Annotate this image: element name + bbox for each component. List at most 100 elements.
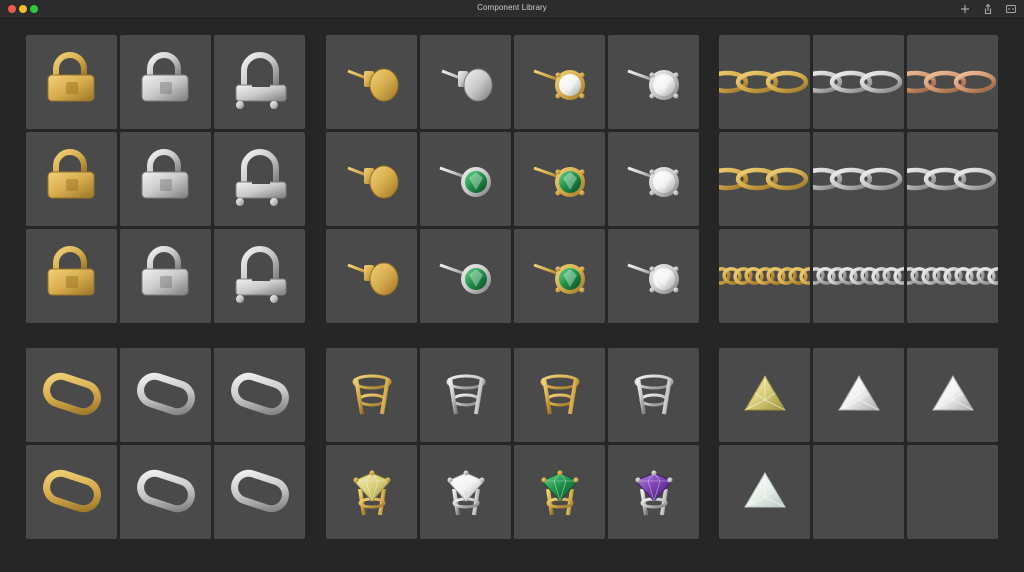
disc-stud-icon — [326, 132, 417, 226]
oval-jump-ring-tile[interactable] — [120, 348, 211, 442]
gem-stud-icon — [608, 132, 699, 226]
open-clasp-icon — [214, 132, 305, 226]
cable-chain-icon — [719, 132, 810, 226]
oval-jump-ring-icon — [26, 445, 117, 539]
curb-chain-icon — [907, 229, 998, 323]
disc-stud-tile[interactable] — [326, 132, 417, 226]
trillion-gem-icon — [907, 348, 998, 442]
gem-stud-icon — [514, 35, 605, 129]
lock-clasp-tile[interactable] — [120, 229, 211, 323]
disc-stud-icon — [326, 35, 417, 129]
disc-stud-tile[interactable] — [326, 35, 417, 129]
curb-chain-tile[interactable] — [813, 229, 904, 323]
component-grid — [0, 19, 1024, 572]
trillion-gem-tile[interactable] — [907, 348, 998, 442]
gem-stud-tile[interactable] — [514, 132, 605, 226]
prong-setting-tile[interactable] — [608, 348, 699, 442]
lock-clasp-tile[interactable] — [26, 132, 117, 226]
gem-stud-icon — [608, 35, 699, 129]
lock-clasp-icon — [26, 35, 117, 129]
trillion-gem-icon — [719, 445, 810, 539]
prong-setting-icon — [326, 348, 417, 442]
lock-clasp-tile[interactable] — [26, 229, 117, 323]
lock-clasp-tile[interactable] — [120, 132, 211, 226]
gem-stud-tile[interactable] — [608, 229, 699, 323]
lock-clasp-icon — [26, 132, 117, 226]
curb-chain-tile[interactable] — [907, 229, 998, 323]
open-clasp-tile[interactable] — [214, 35, 305, 129]
gem-stud-icon — [514, 229, 605, 323]
empty-tile — [907, 445, 998, 539]
empty-tile — [813, 445, 904, 539]
set-gem-icon — [514, 445, 605, 539]
set-gem-tile[interactable] — [514, 445, 605, 539]
oval-jump-ring-icon — [214, 348, 305, 442]
cable-chain-tile[interactable] — [813, 35, 904, 129]
set-gem-icon — [326, 445, 417, 539]
bezel-stud-icon — [420, 229, 511, 323]
set-gem-tile[interactable] — [326, 445, 417, 539]
oval-jump-ring-icon — [120, 348, 211, 442]
cable-chain-tile[interactable] — [907, 35, 998, 129]
open-clasp-tile[interactable] — [214, 132, 305, 226]
share-icon[interactable] — [981, 2, 995, 16]
oval-jump-ring-icon — [120, 445, 211, 539]
gem-stud-icon — [514, 132, 605, 226]
cable-chain-tile[interactable] — [719, 132, 810, 226]
trillion-gem-tile[interactable] — [719, 445, 810, 539]
cable-chain-tile[interactable] — [719, 35, 810, 129]
gem-stud-tile[interactable] — [514, 229, 605, 323]
curb-chain-icon — [813, 229, 904, 323]
lock-clasp-icon — [120, 35, 211, 129]
bezel-stud-tile[interactable] — [420, 229, 511, 323]
trillion-gem-tile[interactable] — [813, 348, 904, 442]
disc-stud-tile[interactable] — [326, 229, 417, 323]
title-bar: Component Library — [0, 0, 1024, 19]
prong-setting-icon — [514, 348, 605, 442]
gem-stud-tile[interactable] — [608, 35, 699, 129]
gem-stud-icon — [608, 229, 699, 323]
prong-setting-icon — [608, 348, 699, 442]
bezel-stud-icon — [420, 132, 511, 226]
oval-jump-ring-icon — [214, 445, 305, 539]
oval-jump-ring-tile[interactable] — [214, 445, 305, 539]
disc-stud-icon — [326, 229, 417, 323]
oval-jump-ring-tile[interactable] — [26, 348, 117, 442]
set-gem-tile[interactable] — [420, 445, 511, 539]
lock-clasp-icon — [26, 229, 117, 323]
prong-setting-icon — [420, 348, 511, 442]
window-title: Component Library — [477, 3, 547, 12]
open-clasp-icon — [214, 35, 305, 129]
trillion-gem-icon — [813, 348, 904, 442]
prong-setting-tile[interactable] — [326, 348, 417, 442]
lock-clasp-tile[interactable] — [120, 35, 211, 129]
trillion-gem-icon — [719, 348, 810, 442]
bezel-stud-tile[interactable] — [420, 132, 511, 226]
open-clasp-icon — [214, 229, 305, 323]
curb-chain-tile[interactable] — [719, 229, 810, 323]
gem-stud-tile[interactable] — [514, 35, 605, 129]
cable-chain-icon — [813, 132, 904, 226]
trillion-gem-tile[interactable] — [719, 348, 810, 442]
cable-chain-tile[interactable] — [813, 132, 904, 226]
lock-clasp-icon — [120, 229, 211, 323]
open-clasp-tile[interactable] — [214, 229, 305, 323]
curb-chain-icon — [719, 229, 810, 323]
add-icon[interactable] — [958, 2, 972, 16]
view-options-icon[interactable] — [1004, 2, 1018, 16]
set-gem-tile[interactable] — [608, 445, 699, 539]
gem-stud-tile[interactable] — [608, 132, 699, 226]
cable-chain-icon — [813, 35, 904, 129]
set-gem-icon — [420, 445, 511, 539]
set-gem-icon — [608, 445, 699, 539]
prong-setting-tile[interactable] — [514, 348, 605, 442]
prong-setting-tile[interactable] — [420, 348, 511, 442]
disc-stud-tile[interactable] — [420, 35, 511, 129]
oval-jump-ring-tile[interactable] — [120, 445, 211, 539]
lock-clasp-tile[interactable] — [26, 35, 117, 129]
oval-jump-ring-tile[interactable] — [214, 348, 305, 442]
oval-jump-ring-tile[interactable] — [26, 445, 117, 539]
cable-chain-icon — [907, 132, 998, 226]
cable-chain-tile[interactable] — [907, 132, 998, 226]
cable-chain-icon — [907, 35, 998, 129]
